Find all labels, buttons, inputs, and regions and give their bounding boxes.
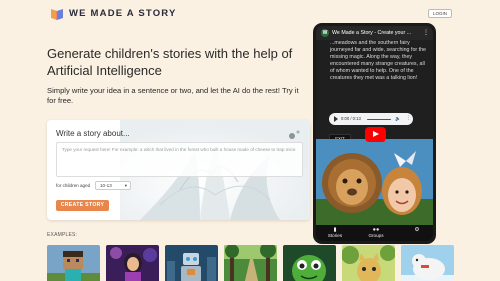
nav-groups-label: Groups bbox=[368, 233, 384, 238]
book-logo-icon bbox=[51, 9, 63, 20]
green-monster-illustration bbox=[283, 245, 336, 281]
audio-player[interactable]: 0:00 / 0:13 🔈 ⋮ bbox=[329, 113, 413, 125]
nav-settings[interactable]: ⚙ bbox=[406, 227, 428, 233]
nav-stories-label: Stories bbox=[327, 233, 343, 238]
audio-progress-track[interactable] bbox=[367, 118, 391, 120]
channel-avatar[interactable]: W bbox=[321, 29, 329, 37]
story-form-card: Write a story about... Type your request… bbox=[47, 120, 310, 220]
forest-path-illustration bbox=[224, 245, 277, 281]
chevron-down-icon: ▾ bbox=[124, 183, 127, 188]
example-thumb-7[interactable] bbox=[401, 245, 454, 281]
hero-headline: Generate children's stories with the hel… bbox=[47, 46, 293, 78]
nav-stories[interactable]: ▮ Stories bbox=[324, 227, 346, 238]
volume-icon[interactable]: 🔈 bbox=[395, 116, 401, 122]
login-button[interactable]: LOGIN bbox=[428, 9, 452, 18]
story-prompt-input[interactable]: Type your request here! For example: a w… bbox=[56, 142, 303, 177]
form-title: Write a story about... bbox=[56, 129, 130, 138]
age-select[interactable]: 10-13 ▾ bbox=[95, 181, 131, 190]
play-icon[interactable] bbox=[334, 116, 338, 122]
example-thumb-5[interactable] bbox=[283, 245, 336, 281]
example-thumb-3[interactable] bbox=[165, 245, 218, 281]
lion-and-girl-illustration bbox=[316, 139, 433, 225]
phone-mockup: ...meadows and the southern fairy journe… bbox=[313, 23, 436, 244]
hero-subline: Simply write your idea in a sentence or … bbox=[47, 86, 299, 105]
age-select-value: 10-13 bbox=[100, 183, 112, 188]
audio-time: 0:00 / 0:13 bbox=[341, 116, 361, 121]
story-text: ...meadows and the southern fairy journe… bbox=[330, 40, 426, 81]
youtube-play-button[interactable] bbox=[365, 127, 386, 142]
example-thumb-4[interactable] bbox=[224, 245, 277, 281]
more-vertical-icon[interactable]: ⋮ bbox=[423, 29, 429, 36]
example-thumb-6[interactable] bbox=[342, 245, 395, 281]
video-title[interactable]: We Made a Story - Create your ... bbox=[332, 30, 411, 36]
fantasy-girl-illustration bbox=[106, 245, 159, 281]
create-story-button[interactable]: CREATE STORY bbox=[56, 200, 109, 211]
brand-name[interactable]: WE MADE A STORY bbox=[69, 8, 177, 19]
examples-label: EXAMPLES: bbox=[47, 232, 78, 238]
nav-groups[interactable]: ●● Groups bbox=[365, 227, 387, 238]
robot-city-illustration bbox=[165, 245, 218, 281]
audio-menu-icon[interactable]: ⋮ bbox=[406, 115, 411, 121]
example-thumb-2[interactable] bbox=[106, 245, 159, 281]
jungle-cat-illustration bbox=[342, 245, 395, 281]
gear-icon: ⚙ bbox=[414, 227, 420, 233]
phone-screen: ...meadows and the southern fairy journe… bbox=[316, 26, 433, 241]
minecraft-character-illustration bbox=[47, 245, 100, 281]
example-thumb-1[interactable] bbox=[47, 245, 100, 281]
video-header: W We Made a Story - Create your ... ⋮ bbox=[316, 26, 433, 40]
age-label: for children aged bbox=[56, 183, 91, 188]
bottom-nav: ▮ Stories ●● Groups ⚙ bbox=[316, 225, 433, 241]
polar-bear-illustration bbox=[401, 245, 454, 281]
